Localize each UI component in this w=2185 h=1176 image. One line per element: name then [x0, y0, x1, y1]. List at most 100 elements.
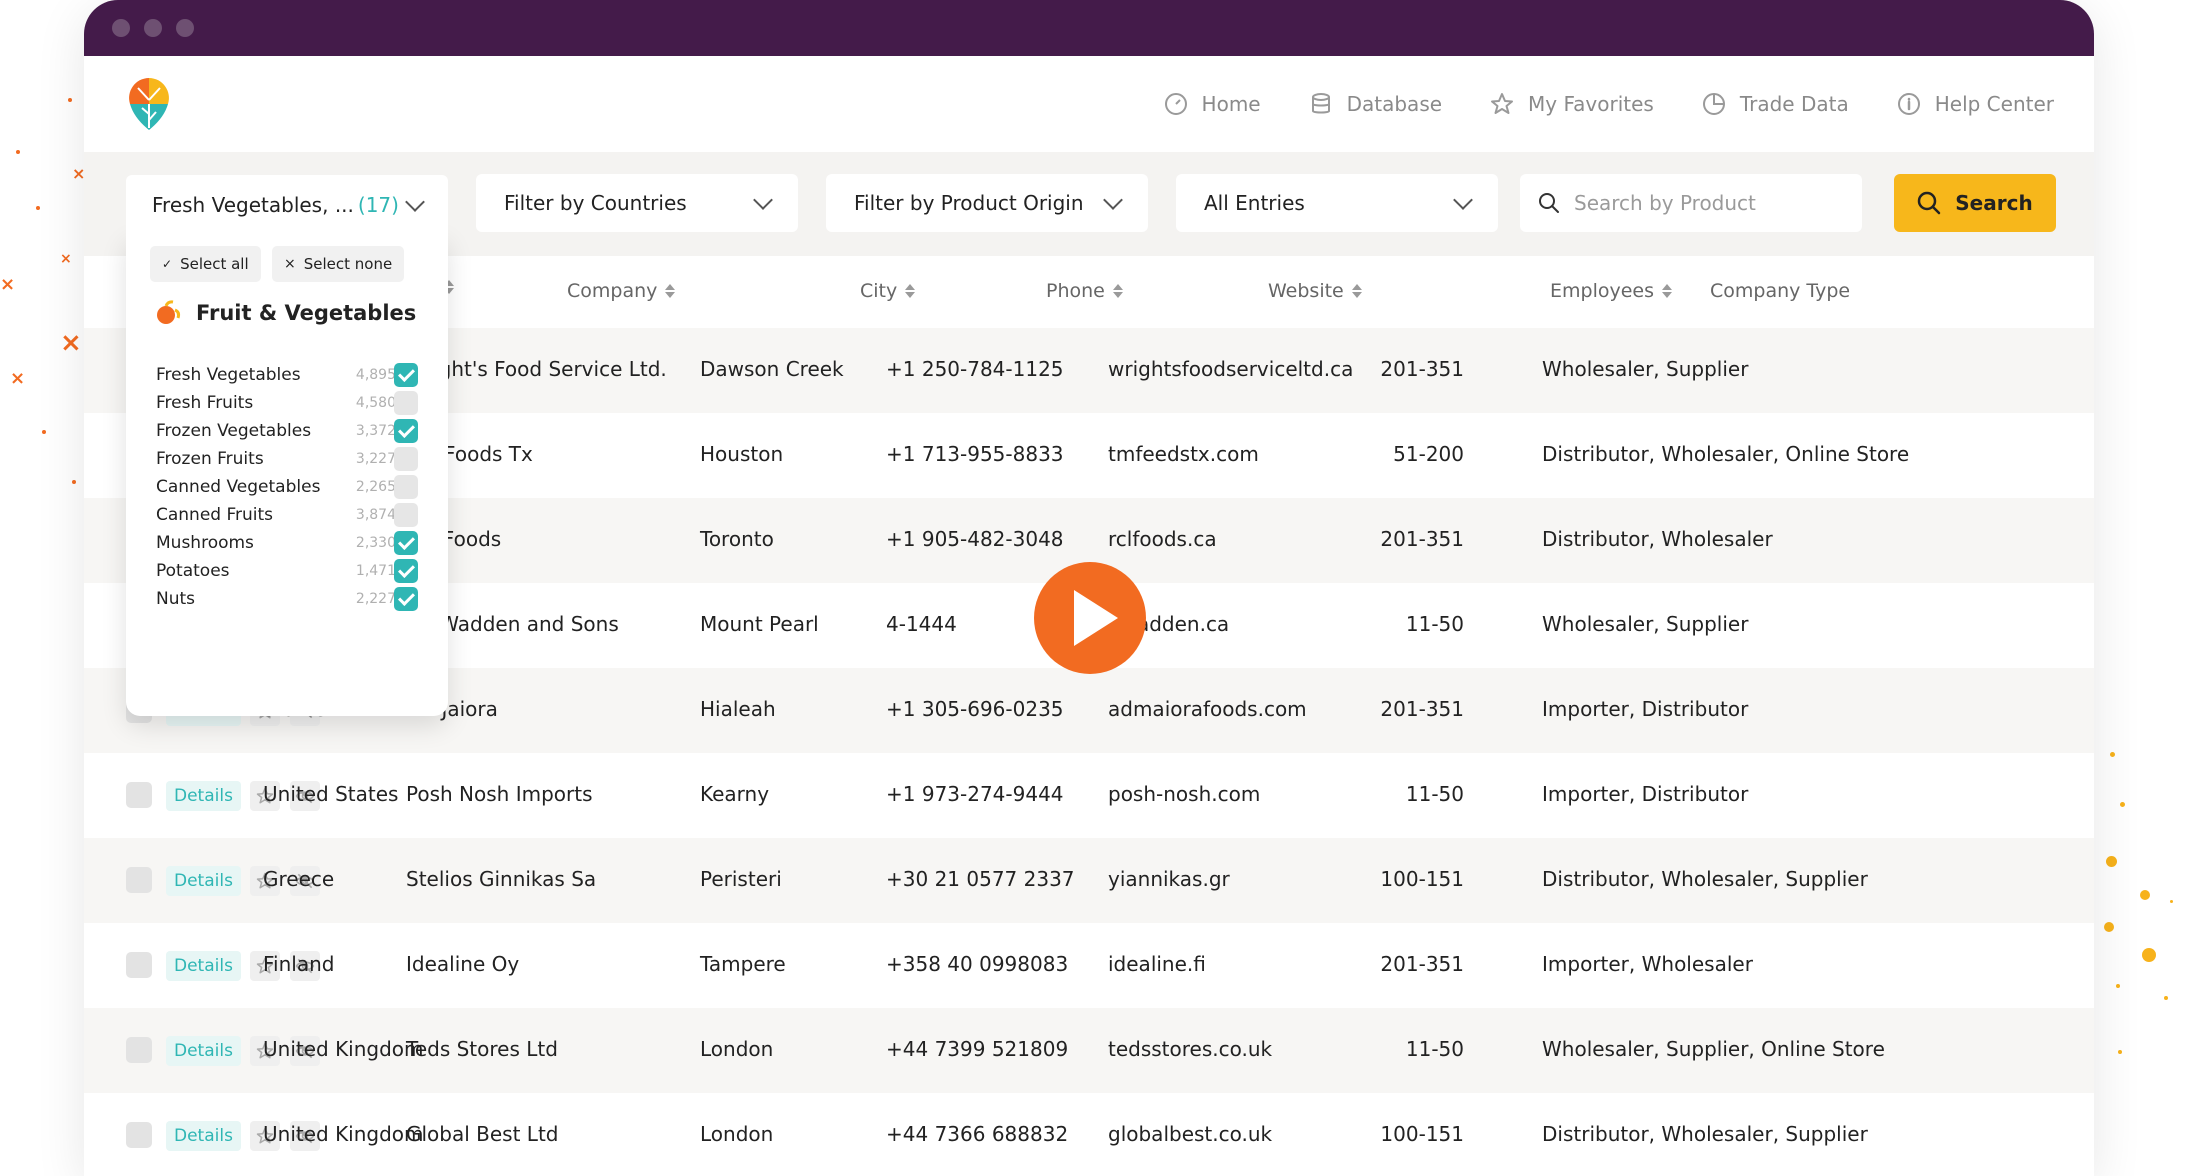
cell-website: idealine.fi: [1108, 952, 1206, 976]
header-employees-label: Employees: [1550, 280, 1654, 302]
details-button[interactable]: Details: [166, 781, 241, 811]
option-label: Mushrooms: [156, 533, 254, 553]
header-employees[interactable]: Employees: [1550, 280, 1672, 302]
confetti-dot: [2106, 856, 2117, 867]
header-company[interactable]: Company: [567, 280, 676, 302]
confetti-dot: [2118, 1050, 2122, 1054]
table-row[interactable]: Details United Kingdom Global Best Ltd Lond…: [84, 1093, 2094, 1176]
nav-trade-data[interactable]: Trade Data: [1702, 92, 1849, 116]
cell-company-type: Distributor, Wholesaler: [1542, 527, 1773, 551]
table-row[interactable]: Details Greece Stelios Ginnikas Sa Perister…: [84, 838, 2094, 923]
row-checkbox[interactable]: [126, 952, 152, 978]
option-checkbox[interactable]: [394, 475, 418, 499]
option-label: Frozen Vegetables: [156, 421, 312, 441]
window-close-dot[interactable]: [112, 19, 130, 37]
option-checkbox[interactable]: [394, 559, 418, 583]
product-search-input[interactable]: [1574, 191, 1844, 215]
details-button[interactable]: Details: [166, 951, 241, 981]
window-minimize-dot[interactable]: [144, 19, 162, 37]
nav-help-center[interactable]: Help Center: [1897, 92, 2054, 116]
nav-favorites[interactable]: My Favorites: [1490, 92, 1654, 116]
row-checkbox[interactable]: [126, 782, 152, 808]
product-filter[interactable]: Fresh Vegetables, ... (17): [126, 175, 448, 235]
option-checkbox[interactable]: [394, 447, 418, 471]
category-option[interactable]: Frozen Fruits 3,227: [156, 444, 426, 474]
option-checkbox[interactable]: [394, 391, 418, 415]
countries-filter[interactable]: Filter by Countries: [476, 174, 798, 232]
cell-city: London: [700, 1122, 774, 1146]
details-button[interactable]: Details: [166, 866, 241, 896]
nav-favorites-label: My Favorites: [1528, 92, 1654, 116]
cell-employees: 11-50: [1405, 612, 1464, 636]
cell-website: globalbest.co.uk: [1108, 1122, 1273, 1146]
cell-company-type: Importer, Distributor: [1542, 782, 1749, 806]
category-option[interactable]: Frozen Vegetables 3,372: [156, 416, 426, 446]
category-option[interactable]: Canned Fruits 3,874: [156, 500, 426, 530]
chevron-down-icon: [1103, 190, 1123, 210]
cell-country: United Kingdom: [263, 1037, 424, 1061]
cell-employees: 201-351: [1380, 527, 1464, 551]
entries-filter[interactable]: All Entries: [1176, 174, 1498, 232]
chart-icon: [1702, 93, 1725, 115]
product-dropdown-panel: ✓ Select all × Select none Fruit & Veget…: [126, 234, 448, 716]
info-icon: [1897, 93, 1920, 115]
header-phone[interactable]: Phone: [1046, 280, 1123, 302]
table-row[interactable]: Details Finland Idealine Oy Tampere +358 40 …: [84, 923, 2094, 1008]
origin-filter[interactable]: Filter by Product Origin: [826, 174, 1148, 232]
option-count: 3,372: [355, 423, 396, 439]
confetti-dot: [16, 150, 20, 154]
details-button[interactable]: Details: [166, 1121, 241, 1151]
header-company-type[interactable]: Company Type: [1710, 280, 1850, 302]
cell-country: Greece: [263, 867, 335, 891]
nav-home[interactable]: Home: [1164, 92, 1261, 116]
category-option[interactable]: Canned Vegetables 2,265: [156, 472, 426, 502]
category-option[interactable]: Potatoes 1,471: [156, 556, 426, 586]
cell-company: Teds Stores Ltd: [406, 1037, 558, 1061]
leaf-logo-icon[interactable]: [124, 74, 174, 134]
cell-phone: +1 305-696-0235: [886, 697, 1064, 721]
option-checkbox[interactable]: [394, 419, 418, 443]
option-count: 3,227: [355, 451, 396, 467]
option-label: Potatoes: [156, 561, 230, 581]
cell-city: Houston: [700, 442, 784, 466]
cell-phone: +1 973-274-9444: [886, 782, 1064, 806]
option-checkbox[interactable]: [394, 587, 418, 611]
nav-database[interactable]: Database: [1309, 92, 1442, 116]
cell-phone: 4-1444: [886, 612, 957, 636]
select-all-button[interactable]: ✓ Select all: [150, 246, 261, 282]
option-checkbox[interactable]: [394, 531, 418, 555]
header-city[interactable]: City: [860, 280, 916, 302]
category-option[interactable]: Nuts 2,227: [156, 584, 426, 614]
category-option[interactable]: Mushrooms 2,330: [156, 528, 426, 558]
search-icon: [1539, 193, 1559, 213]
cell-city: Dawson Creek: [700, 357, 844, 381]
table-row[interactable]: Details United States Posh Nosh Imports Kea…: [84, 753, 2094, 838]
nav-home-label: Home: [1201, 92, 1261, 116]
product-filter-count: (17): [357, 193, 399, 217]
product-search-box[interactable]: [1520, 174, 1862, 232]
play-video-button[interactable]: [1034, 562, 1146, 674]
select-none-button[interactable]: × Select none: [272, 246, 405, 282]
confetti-dot: [2170, 900, 2173, 903]
cell-company-type: Distributor, Wholesaler, Supplier: [1542, 867, 1868, 891]
option-checkbox[interactable]: [394, 363, 418, 387]
header-company-type-label: Company Type: [1710, 280, 1851, 302]
search-button[interactable]: Search: [1894, 174, 2056, 232]
option-checkbox[interactable]: [394, 503, 418, 527]
window-maximize-dot[interactable]: [176, 19, 194, 37]
cell-company: Idealine Oy: [406, 952, 520, 976]
details-button[interactable]: Details: [166, 1036, 241, 1066]
cell-employees: 11-50: [1405, 782, 1464, 806]
row-checkbox[interactable]: [126, 1122, 152, 1148]
header-website[interactable]: Website: [1268, 280, 1362, 302]
close-icon: ×: [284, 256, 296, 272]
chevron-down-icon: [753, 190, 773, 210]
row-checkbox[interactable]: [126, 867, 152, 893]
category-option[interactable]: Fresh Vegetables 4,895: [156, 360, 426, 390]
cell-employees: 11-50: [1405, 1037, 1464, 1061]
cell-website: posh-nosh.com: [1108, 782, 1261, 806]
row-checkbox[interactable]: [126, 1037, 152, 1063]
entries-filter-label: All Entries: [1204, 191, 1305, 215]
category-option[interactable]: Fresh Fruits 4,580: [156, 388, 426, 418]
table-row[interactable]: Details United Kingdom Teds Stores Ltd Lond…: [84, 1008, 2094, 1093]
